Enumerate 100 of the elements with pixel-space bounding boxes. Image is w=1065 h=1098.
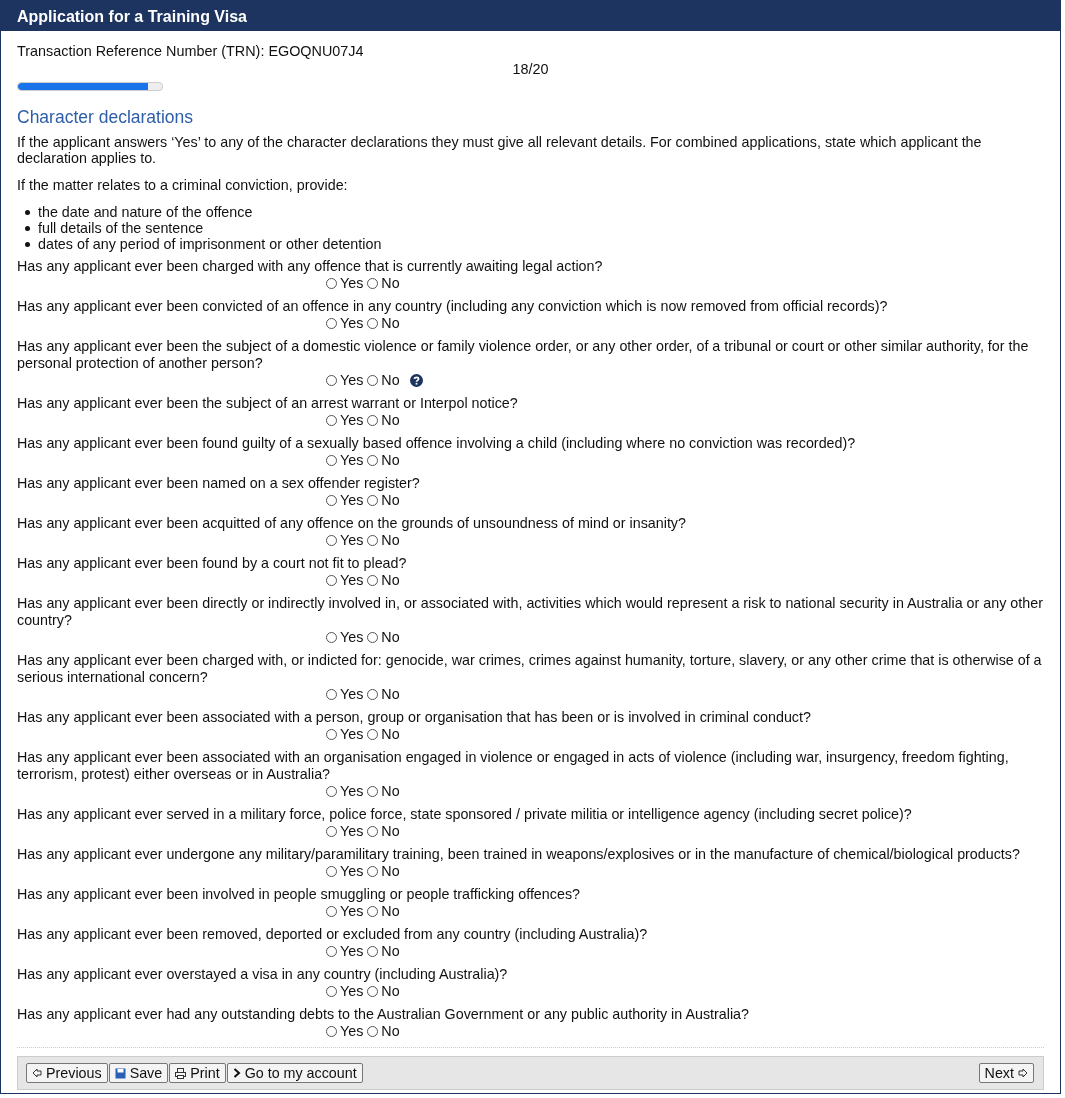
radio-option[interactable]: Yes bbox=[326, 275, 364, 292]
radio-option[interactable]: No bbox=[367, 492, 400, 509]
radio-option[interactable]: Yes bbox=[326, 823, 364, 840]
radio-option[interactable]: No bbox=[367, 629, 400, 646]
radio-button[interactable] bbox=[367, 729, 379, 740]
radio-option[interactable]: No bbox=[367, 726, 400, 743]
save-button[interactable]: Save bbox=[108, 1063, 169, 1083]
radio-button[interactable] bbox=[326, 906, 337, 917]
chevron-right-icon bbox=[232, 1068, 241, 1078]
question-text: Has any applicant ever overstayed a visa in any country (including Australia)? bbox=[17, 966, 509, 983]
radio-button[interactable] bbox=[326, 946, 337, 957]
radio-option[interactable]: Yes bbox=[326, 903, 364, 920]
account-button[interactable]: Go to my account bbox=[226, 1063, 363, 1083]
radio-button[interactable] bbox=[326, 632, 337, 643]
radio-button[interactable] bbox=[367, 415, 379, 426]
radio-button[interactable] bbox=[326, 415, 337, 426]
radio-option[interactable]: Yes bbox=[326, 726, 364, 743]
radio-option[interactable]: No bbox=[367, 315, 400, 332]
radio-button[interactable] bbox=[367, 455, 379, 466]
next-button[interactable]: Next bbox=[978, 1063, 1034, 1083]
radio-button[interactable] bbox=[326, 318, 337, 329]
question-text: Has any applicant ever been found by a court not fit to plead? bbox=[17, 555, 408, 572]
question-text: Has any applicant ever been found guilty of a sexually based offence involving a child (including where no conviction was recorded)? bbox=[17, 435, 857, 452]
radio-button[interactable] bbox=[326, 455, 337, 466]
radio-button[interactable] bbox=[326, 278, 337, 289]
radio-option[interactable]: Yes bbox=[326, 315, 364, 332]
radio-button[interactable] bbox=[326, 866, 337, 877]
radio-option[interactable]: No bbox=[367, 983, 400, 1000]
radio-button[interactable] bbox=[367, 946, 379, 957]
radio-button[interactable] bbox=[326, 689, 337, 700]
radio-option[interactable]: No bbox=[367, 863, 400, 880]
radio-button[interactable] bbox=[367, 786, 379, 797]
radio-option[interactable]: Yes bbox=[326, 686, 364, 703]
radio-option[interactable]: No bbox=[367, 572, 400, 589]
radio-option[interactable]: Yes bbox=[326, 412, 364, 429]
radio-button[interactable] bbox=[367, 278, 379, 289]
radio-button[interactable] bbox=[326, 786, 337, 797]
radio-option[interactable]: No bbox=[367, 532, 400, 549]
radio-button[interactable] bbox=[326, 535, 337, 546]
right-arrow-icon bbox=[1018, 1068, 1028, 1078]
radio-option[interactable]: Yes bbox=[326, 1023, 364, 1040]
radio-option[interactable]: Yes bbox=[326, 532, 364, 549]
radio-option[interactable]: Yes bbox=[326, 452, 364, 469]
radio-button[interactable] bbox=[367, 318, 379, 329]
question-text: Has any applicant ever been convicted of an offence in any country (including any conviction which is now removed from official records)? bbox=[17, 298, 889, 315]
radio-option[interactable]: Yes bbox=[326, 983, 364, 1000]
radio-button[interactable] bbox=[326, 375, 337, 386]
radio-option[interactable]: No bbox=[367, 686, 400, 703]
radio-button[interactable] bbox=[367, 632, 379, 643]
radio-button[interactable] bbox=[367, 689, 379, 700]
radio-button[interactable] bbox=[326, 495, 337, 506]
radio-option[interactable]: Yes bbox=[326, 863, 364, 880]
question-text: Has any applicant ever undergone any military/paramilitary training, been trained in weapons/explosives or in the manufacture of chemical/biological products? bbox=[17, 846, 1021, 863]
save-icon bbox=[114, 1067, 126, 1079]
radio-button[interactable] bbox=[367, 375, 379, 386]
bullet-item: full details of the sentence bbox=[38, 220, 204, 236]
radio-option[interactable]: No bbox=[367, 943, 400, 960]
radio-button[interactable] bbox=[326, 986, 337, 997]
radio-option[interactable]: Yes bbox=[326, 629, 364, 646]
radio-button[interactable] bbox=[326, 826, 337, 837]
radio-option[interactable]: Yes bbox=[326, 572, 364, 589]
radio-option[interactable]: No bbox=[367, 452, 400, 469]
radio-button[interactable] bbox=[367, 986, 379, 997]
radio-button[interactable] bbox=[326, 729, 337, 740]
radio-option[interactable]: No bbox=[367, 412, 400, 429]
radio-option[interactable]: Yes bbox=[326, 372, 364, 389]
radio-option[interactable]: No bbox=[367, 903, 400, 920]
radio-button[interactable] bbox=[367, 535, 379, 546]
question-text: Has any applicant ever been named on a sex offender register? bbox=[17, 475, 421, 492]
radio-button[interactable] bbox=[367, 495, 379, 506]
radio-option[interactable]: Yes bbox=[326, 783, 364, 800]
question-text: Has any applicant ever had any outstanding debts to the Australian Government or any public authority in Australia? bbox=[17, 1006, 750, 1023]
intro-paragraph: If the applicant answers ‘Yes’ to any of the character declarations they must give all relevant details. For combined applications, state which applicant the declaration applies to. bbox=[17, 134, 983, 166]
radio-option[interactable]: No bbox=[367, 823, 400, 840]
radio-button[interactable] bbox=[326, 1026, 337, 1037]
radio-button[interactable] bbox=[367, 575, 379, 586]
radio-button[interactable] bbox=[326, 575, 337, 586]
bullet-icon bbox=[25, 209, 30, 215]
radio-option[interactable]: No bbox=[367, 1023, 400, 1040]
radio-option[interactable]: No bbox=[367, 372, 400, 389]
question-text: Has any applicant ever been involved in people smuggling or people trafficking offences? bbox=[17, 886, 581, 903]
radio-button[interactable] bbox=[367, 826, 379, 837]
bullet-icon bbox=[25, 225, 30, 231]
radio-button[interactable] bbox=[367, 866, 379, 877]
question-text: Has any applicant ever been charged with, or indicted for: genocide, war crimes, crimes against humanity, torture, slavery, or any other crime that is otherwise of a serious international concern? bbox=[17, 652, 1043, 686]
radio-button[interactable] bbox=[367, 1026, 379, 1037]
bullet-icon bbox=[25, 241, 30, 247]
print-button[interactable]: Print bbox=[169, 1063, 226, 1083]
radio-option[interactable]: No bbox=[367, 275, 400, 292]
help-icon[interactable] bbox=[409, 374, 423, 387]
radio-option[interactable]: Yes bbox=[326, 943, 364, 960]
print-icon bbox=[175, 1067, 187, 1079]
question-text: Has any applicant ever been removed, deported or excluded from any country (including Australia)? bbox=[17, 926, 649, 943]
radio-option[interactable]: No bbox=[367, 783, 400, 800]
progress-label: 18/20 bbox=[512, 61, 549, 77]
radio-option[interactable]: Yes bbox=[326, 492, 364, 509]
section-title: Character declarations bbox=[17, 107, 195, 128]
question-text: Has any applicant ever been the subject of an arrest warrant or Interpol notice? bbox=[17, 395, 519, 412]
previous-button[interactable]: Previous bbox=[26, 1063, 108, 1083]
radio-button[interactable] bbox=[367, 906, 379, 917]
